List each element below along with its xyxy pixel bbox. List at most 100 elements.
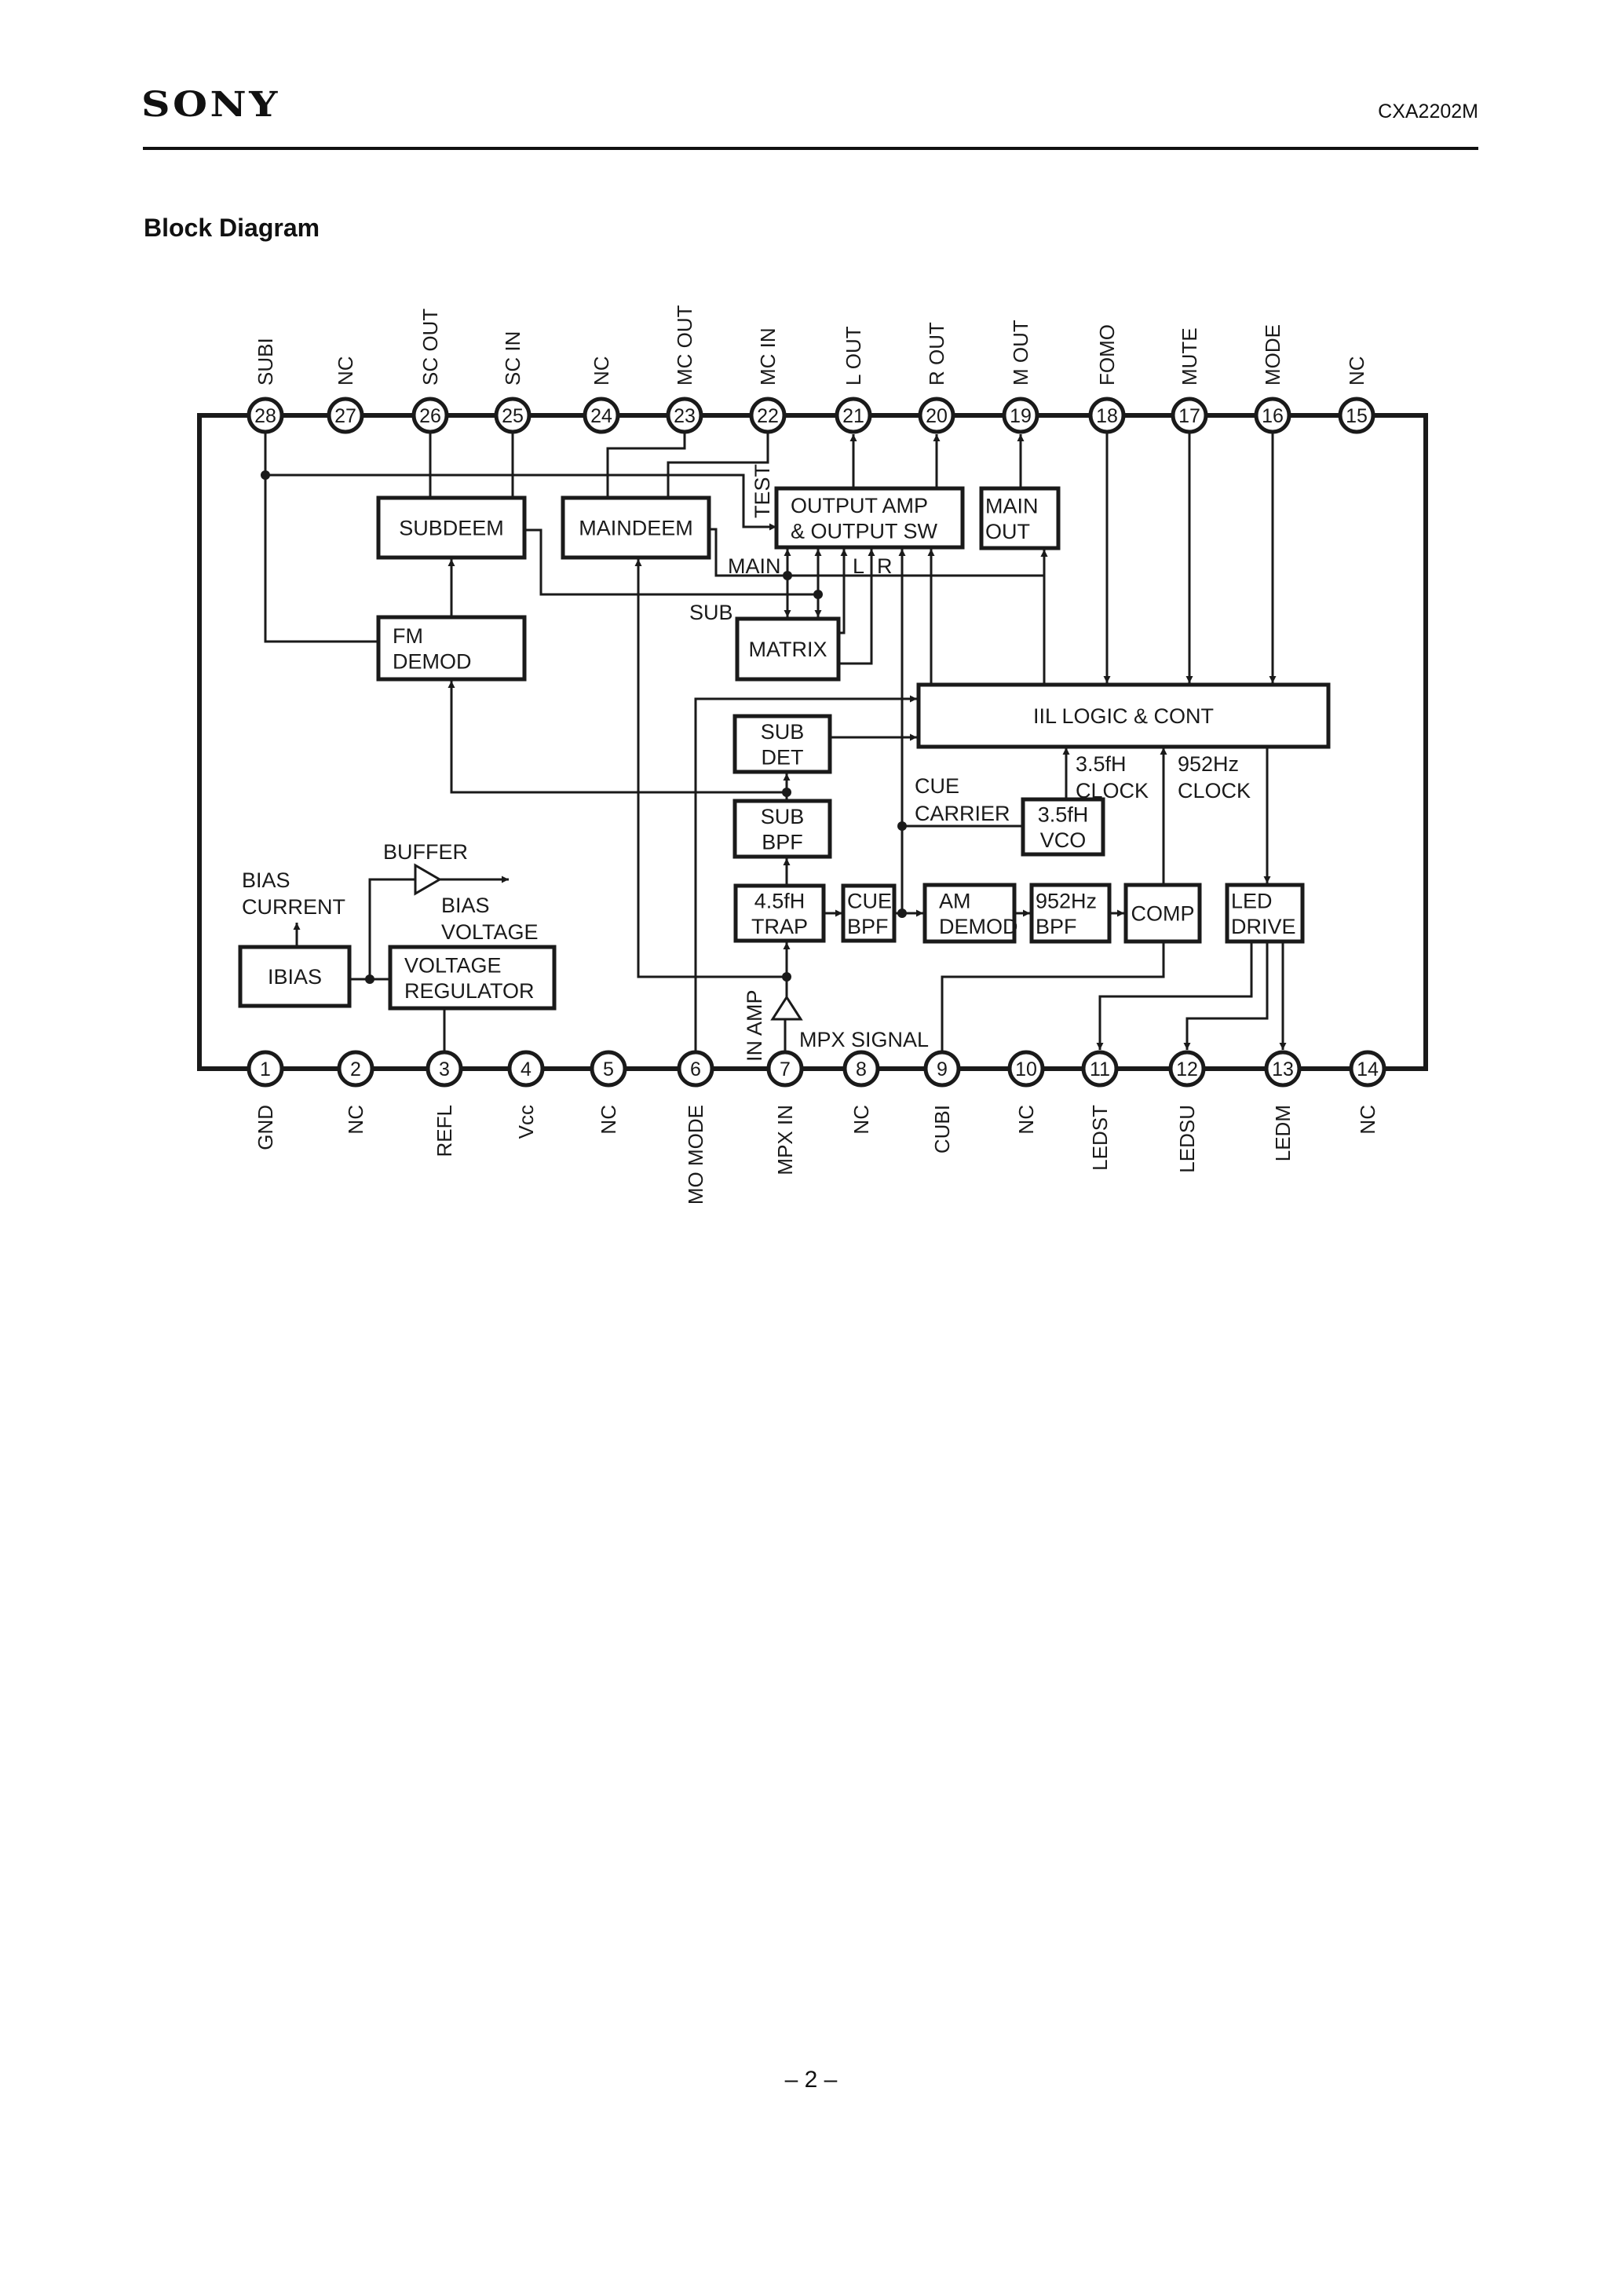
label-bias-voltage-1: BIAS bbox=[441, 894, 490, 917]
label-bias-current-1: BIAS bbox=[242, 868, 290, 892]
block-label: LED bbox=[1231, 889, 1273, 912]
pin-label: NC bbox=[1345, 356, 1368, 386]
pin-6: 6 MO MODE bbox=[677, 1050, 714, 1205]
pin-18: 18 FOMO bbox=[1088, 324, 1126, 434]
block-label: 3.5fH bbox=[1038, 803, 1089, 826]
block-label: REGULATOR bbox=[404, 979, 535, 1003]
pin-1: 1 GND bbox=[247, 1050, 284, 1150]
pin-11: 11 LEDST bbox=[1081, 1050, 1119, 1171]
in-amp-triangle bbox=[770, 995, 803, 1021]
pin-label: GND bbox=[254, 1105, 277, 1150]
pin-13: 13 LEDM bbox=[1264, 1050, 1302, 1161]
block-label: 4.5fH bbox=[754, 889, 806, 912]
pin-label: SC IN bbox=[501, 331, 524, 386]
pin-number: 13 bbox=[1272, 1058, 1294, 1080]
block-diagram: SUBDEEM MAINDEEM FM DEMOD OUTPUT AMP& OUTPUT… bbox=[197, 305, 1428, 1205]
block-label: DEMOD bbox=[939, 915, 1018, 938]
pin-label: LEDM bbox=[1271, 1105, 1295, 1161]
label-cue-carrier-1: CUE bbox=[915, 774, 959, 798]
block-voltage-regulator: VOLTAGEREGULATOR bbox=[388, 945, 557, 1011]
block-iil-logic: IIL LOGIC & CONT bbox=[916, 682, 1331, 749]
pin-number: 21 bbox=[842, 405, 864, 427]
pin-number: 27 bbox=[334, 405, 356, 427]
block-label: MAINDEEM bbox=[579, 517, 693, 540]
pin-12: 12 LEDSU bbox=[1168, 1050, 1206, 1173]
block-label: OUT bbox=[985, 520, 1030, 543]
pin-number: 4 bbox=[521, 1058, 532, 1080]
pin-number: 3 bbox=[439, 1058, 450, 1080]
pin-number: 17 bbox=[1178, 405, 1200, 427]
block-label: 952Hz bbox=[1036, 889, 1097, 912]
pin-number: 18 bbox=[1096, 405, 1118, 427]
pin-5: 5 NC bbox=[590, 1050, 627, 1135]
pin-label: Vcc bbox=[514, 1105, 538, 1139]
pin-25: 25 SC IN bbox=[494, 331, 532, 434]
label-sub: SUB bbox=[689, 601, 733, 624]
block-label: CUE bbox=[847, 889, 892, 912]
pin-label: L OUT bbox=[842, 326, 865, 386]
block-comp: COMP bbox=[1123, 883, 1202, 944]
buffer-triangle bbox=[414, 863, 442, 896]
pin-26: 26 SC OUT bbox=[411, 309, 449, 434]
pin-label: MPX IN bbox=[773, 1105, 797, 1175]
label-clock-35-1: 3.5fH bbox=[1076, 752, 1127, 776]
block-label: DRIVE bbox=[1231, 915, 1296, 938]
block-label: BPF bbox=[847, 915, 889, 938]
pin-label: MODE bbox=[1261, 324, 1284, 386]
block-label: DET bbox=[762, 746, 804, 770]
block-label: MATRIX bbox=[749, 638, 827, 661]
pin-9: 9 CUBI bbox=[923, 1050, 961, 1153]
block-trap: 4.5fH TRAP bbox=[733, 883, 826, 943]
pin-label: NC bbox=[849, 1105, 873, 1135]
pin-14: 14 NC bbox=[1349, 1050, 1386, 1135]
pin-label: REFL bbox=[433, 1105, 456, 1157]
block-output-amp: OUTPUT AMP & OUTPUT SW bbox=[774, 486, 965, 550]
led-to-ledst bbox=[1096, 941, 1253, 1050]
label-clock-35-2: CLOCK bbox=[1076, 779, 1149, 803]
pin-20: 20 R OUT bbox=[918, 322, 955, 434]
block-label: SUB bbox=[761, 805, 805, 828]
mc-out-wire bbox=[606, 433, 686, 498]
pin-number: 28 bbox=[254, 405, 276, 427]
pin-24: 24 NC bbox=[583, 356, 620, 434]
block-label: VCO bbox=[1040, 828, 1087, 852]
label-clock-952-2: CLOCK bbox=[1178, 779, 1251, 803]
pin-label: NC bbox=[334, 356, 357, 386]
label-r: R bbox=[877, 554, 893, 578]
pin-number: 10 bbox=[1015, 1058, 1037, 1080]
pin-number: 7 bbox=[780, 1058, 791, 1080]
label-in-amp: IN AMP bbox=[743, 989, 766, 1062]
label-mpx-signal: MPX SIGNAL bbox=[799, 1028, 929, 1051]
junction-dot bbox=[897, 909, 907, 918]
blocks: SUBDEEM MAINDEEM FM DEMOD OUTPUT AMP& OUTPUT… bbox=[238, 486, 1331, 1011]
block-am-demod: AM DEMOD bbox=[922, 883, 1018, 944]
block-label: COMP bbox=[1131, 902, 1195, 926]
pin-number: 1 bbox=[260, 1058, 271, 1080]
pin-number: 5 bbox=[603, 1058, 614, 1080]
pin-16: 16 MODE bbox=[1254, 324, 1291, 434]
label-l: L bbox=[853, 554, 864, 578]
block-maindeem: MAINDEEM bbox=[561, 495, 711, 560]
block-label: FM bbox=[393, 624, 423, 648]
pin-number: 24 bbox=[590, 405, 612, 427]
block-subdeem: SUBDEEM bbox=[376, 495, 527, 560]
pin-label: SC OUT bbox=[418, 309, 442, 386]
label-bias-voltage-2: VOLTAGE bbox=[441, 920, 539, 944]
pin-number: 19 bbox=[1010, 405, 1032, 427]
label-main: MAIN bbox=[728, 554, 781, 578]
pin-label: NC bbox=[1014, 1105, 1038, 1135]
pin-label: R OUT bbox=[925, 322, 948, 386]
block-label: OUTPUT AMP bbox=[791, 494, 928, 517]
pin-3: 3 REFL bbox=[426, 1050, 463, 1157]
pin-number: 9 bbox=[937, 1058, 948, 1080]
block-label: MAIN bbox=[985, 494, 1039, 517]
block-vco: 3.5fHVCO bbox=[1021, 797, 1105, 857]
block-label: AM bbox=[939, 889, 971, 912]
block-label: BPF bbox=[762, 831, 803, 854]
pin-19: 19 M OUT bbox=[1002, 320, 1039, 434]
pin-label: FOMO bbox=[1095, 324, 1119, 386]
block-sub-det: SUBDET bbox=[732, 714, 832, 774]
pin-label: MUTE bbox=[1178, 327, 1201, 386]
block-label: VOLTAGE bbox=[404, 953, 502, 977]
block-cue-bpf: CUE BPF bbox=[841, 883, 897, 943]
